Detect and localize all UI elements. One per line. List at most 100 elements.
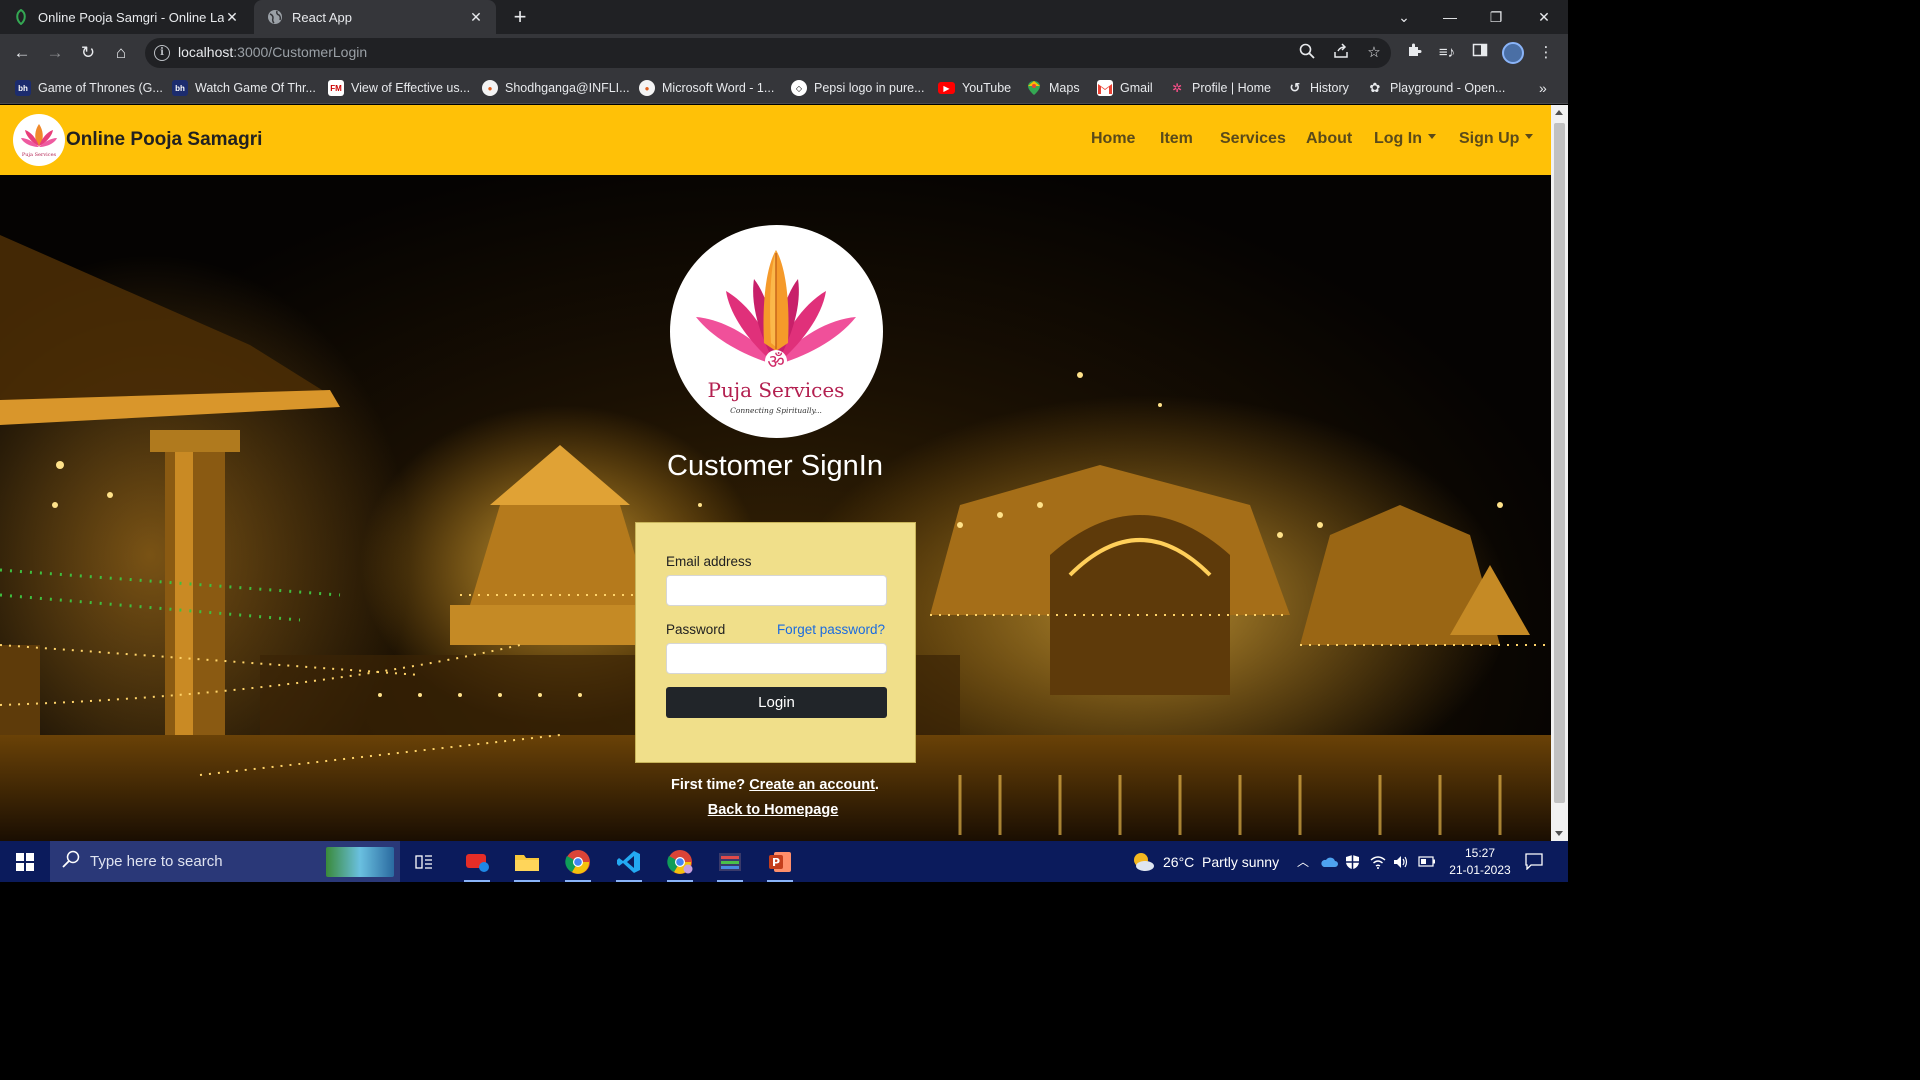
restore-icon[interactable]: ❐: [1473, 0, 1519, 34]
scroll-up-icon[interactable]: [1555, 110, 1563, 115]
svg-text:P: P: [772, 856, 780, 869]
bookmark-item[interactable]: bh Watch Game Of Thr...: [172, 78, 316, 98]
chrome-profile-icon[interactable]: [661, 845, 699, 882]
bookmarks-bar: bh Game of Thrones (G... bh Watch Game Of …: [0, 72, 1568, 104]
security-shield-icon[interactable]: [1345, 841, 1360, 882]
brand-title[interactable]: Online Pooja Samagri: [66, 129, 262, 151]
scroll-down-icon[interactable]: [1555, 831, 1563, 836]
bookmark-item[interactable]: Maps: [1026, 78, 1080, 98]
url-text[interactable]: localhost:3000/CustomerLogin: [178, 44, 367, 60]
forgot-password-link[interactable]: Forget password?: [777, 622, 885, 637]
bookmark-item[interactable]: Gmail: [1097, 78, 1153, 98]
onedrive-icon[interactable]: [1320, 841, 1338, 882]
vscode-icon[interactable]: [610, 845, 648, 882]
powerpoint-icon[interactable]: P: [761, 845, 799, 882]
globe-icon: [266, 8, 284, 26]
bookmark-item[interactable]: ↺ History: [1287, 78, 1349, 98]
close-window-icon[interactable]: ✕: [1521, 0, 1567, 34]
create-account-link[interactable]: Create an account: [749, 777, 875, 793]
extensions-icon[interactable]: [1403, 42, 1425, 64]
bh-icon: bh: [172, 80, 188, 96]
search-icon: [62, 850, 82, 873]
fm-icon: FM: [328, 80, 344, 96]
openai-icon: ✿: [1369, 80, 1381, 95]
share-icon[interactable]: [1331, 43, 1351, 63]
clock-date: 21-01-2023: [1449, 863, 1511, 877]
media-player-icon[interactable]: [711, 845, 749, 882]
battery-icon[interactable]: [1418, 841, 1436, 882]
search-placeholder: Type here to search: [90, 853, 223, 870]
history-icon: ↺: [1289, 80, 1301, 95]
show-hidden-icons-icon[interactable]: ︿: [1297, 841, 1309, 882]
task-view-icon[interactable]: [405, 845, 443, 879]
bookmark-item[interactable]: ✲ Profile | Home: [1169, 78, 1271, 98]
nav-link-services[interactable]: Services: [1220, 130, 1286, 148]
brand-logo[interactable]: Puja Services: [13, 114, 65, 166]
gmail-icon: [1097, 80, 1113, 96]
browser-tab-strip: Online Pooja Samgri - Online LaT ✕ React…: [0, 0, 1568, 34]
home-icon[interactable]: ⌂: [106, 38, 136, 68]
om-icon: ॐ: [767, 351, 784, 373]
password-field[interactable]: [666, 643, 887, 674]
inflibnet-icon: ●: [639, 80, 655, 96]
windows-taskbar: Type here to search P 26°C Partly sunny …: [0, 841, 1568, 882]
bookmarks-overflow-icon[interactable]: »: [1539, 78, 1547, 98]
login-dropdown[interactable]: Log In: [1374, 130, 1436, 148]
codepen-icon: ◇: [791, 80, 807, 96]
wifi-icon[interactable]: [1370, 841, 1386, 882]
file-explorer-icon[interactable]: [508, 845, 546, 882]
email-field[interactable]: [666, 575, 887, 606]
youtube-icon: ▶: [938, 82, 955, 94]
media-control-icon[interactable]: ≡♪: [1436, 42, 1458, 64]
signup-dropdown[interactable]: Sign Up: [1459, 130, 1534, 148]
scrollbar-thumb[interactable]: [1554, 123, 1565, 803]
bookmark-item[interactable]: ▶ YouTube: [938, 78, 1011, 98]
login-card: Email address Password Forget password? …: [635, 522, 916, 763]
profile-icon: ✲: [1171, 81, 1183, 95]
bookmark-item[interactable]: bh Game of Thrones (G...: [15, 78, 163, 98]
volume-icon[interactable]: [1393, 841, 1409, 882]
tab-title: Online Pooja Samgri - Online LaT: [38, 9, 224, 25]
bookmark-star-icon[interactable]: ☆: [1364, 43, 1384, 63]
caret-down-icon: [1525, 134, 1534, 140]
site-info-icon[interactable]: i: [154, 45, 170, 61]
back-icon[interactable]: ←: [7, 38, 37, 68]
address-bar[interactable]: i localhost:3000/CustomerLogin ☆: [145, 38, 1391, 68]
bookmark-item[interactable]: ● Shodhganga@INFLI...: [482, 78, 630, 98]
bookmark-item[interactable]: ✿ Playground - Open...: [1367, 78, 1506, 98]
notifications-icon[interactable]: [1525, 841, 1543, 882]
video-app-icon[interactable]: [458, 845, 496, 882]
inflibnet-icon: ●: [482, 80, 498, 96]
tab-online-pooja-samgri[interactable]: Online Pooja Samgri - Online LaT ✕: [0, 0, 252, 34]
tab-search-chevron-icon[interactable]: ⌄: [1381, 0, 1427, 34]
side-panel-icon[interactable]: [1469, 42, 1491, 64]
bookmark-item[interactable]: ◇ Pepsi logo in pure...: [791, 78, 925, 98]
taskbar-search[interactable]: Type here to search: [50, 841, 400, 882]
bookmark-item[interactable]: FM View of Effective us...: [328, 78, 470, 98]
nav-link-home[interactable]: Home: [1091, 130, 1135, 148]
close-icon[interactable]: ✕: [224, 9, 240, 26]
nav-link-about[interactable]: About: [1306, 130, 1352, 148]
login-button[interactable]: Login: [666, 687, 887, 718]
profile-avatar[interactable]: [1502, 42, 1524, 64]
forward-icon[interactable]: →: [40, 38, 70, 68]
close-icon[interactable]: ✕: [468, 9, 484, 26]
bookmark-item[interactable]: ● Microsoft Word - 1...: [639, 78, 774, 98]
weather-widget[interactable]: 26°C Partly sunny: [1131, 841, 1279, 882]
zoom-icon[interactable]: [1297, 43, 1317, 63]
email-label: Email address: [666, 554, 752, 569]
nav-link-item[interactable]: Item: [1160, 130, 1193, 148]
tab-react-app[interactable]: React App ✕: [254, 0, 496, 34]
start-button[interactable]: [0, 841, 50, 882]
chrome-icon[interactable]: [559, 845, 597, 882]
tab-title: React App: [292, 9, 352, 25]
back-to-homepage-link[interactable]: Back to Homepage: [600, 802, 946, 818]
more-menu-icon[interactable]: ⋮: [1535, 42, 1557, 64]
system-clock[interactable]: 15:27 21-01-2023: [1440, 845, 1520, 879]
page-title: Customer SignIn: [667, 450, 883, 482]
reload-icon[interactable]: ↻: [73, 38, 103, 68]
partly-sunny-icon: [1134, 852, 1154, 871]
page-scrollbar[interactable]: [1551, 105, 1568, 841]
new-tab-button[interactable]: +: [508, 3, 532, 31]
minimize-icon[interactable]: —: [1427, 0, 1473, 34]
